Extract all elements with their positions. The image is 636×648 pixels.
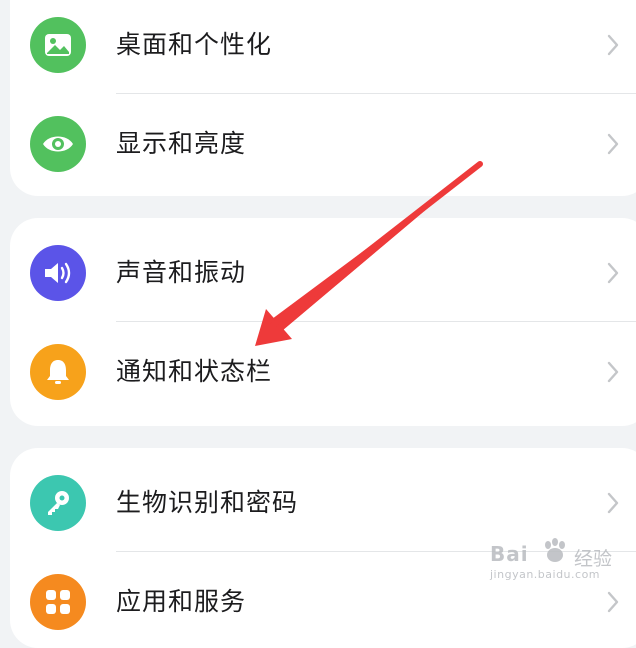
bell-icon bbox=[30, 344, 86, 400]
watermark-url: jingyan.baidu.com bbox=[490, 568, 601, 581]
settings-item-desktop-personalization[interactable]: 桌面和个性化 bbox=[10, 0, 636, 95]
settings-item-label: 应用和服务 bbox=[116, 587, 247, 616]
settings-group-display: 桌面和个性化 显示和亮度 bbox=[10, 0, 636, 196]
chevron-right-icon bbox=[607, 262, 619, 284]
settings-item-label: 桌面和个性化 bbox=[116, 30, 273, 59]
watermark-jingyan: 经验 bbox=[574, 548, 613, 570]
key-icon bbox=[30, 475, 86, 531]
eye-icon bbox=[30, 116, 86, 172]
paw-logo-icon bbox=[545, 538, 565, 562]
settings-item-label: 通知和状态栏 bbox=[116, 357, 273, 386]
speaker-icon bbox=[30, 245, 86, 301]
settings-item-label: 生物识别和密码 bbox=[116, 488, 299, 517]
settings-item-display-brightness[interactable]: 显示和亮度 bbox=[10, 94, 636, 194]
chevron-right-icon bbox=[607, 591, 619, 613]
watermark-brand: Bai bbox=[490, 542, 529, 566]
chevron-right-icon bbox=[607, 133, 619, 155]
wallpaper-icon bbox=[30, 17, 86, 73]
settings-item-sound-vibration[interactable]: 声音和振动 bbox=[10, 223, 636, 323]
apps-grid-icon bbox=[30, 574, 86, 630]
settings-group-sound-notification: 声音和振动 通知和状态栏 bbox=[10, 218, 636, 426]
settings-item-label: 声音和振动 bbox=[116, 258, 247, 287]
chevron-right-icon bbox=[607, 34, 619, 56]
watermark: Bai 经验 jingyan.baidu.com bbox=[486, 538, 636, 588]
settings-item-notification-statusbar[interactable]: 通知和状态栏 bbox=[10, 322, 636, 422]
chevron-right-icon bbox=[607, 492, 619, 514]
chevron-right-icon bbox=[607, 361, 619, 383]
settings-item-label: 显示和亮度 bbox=[116, 129, 247, 158]
